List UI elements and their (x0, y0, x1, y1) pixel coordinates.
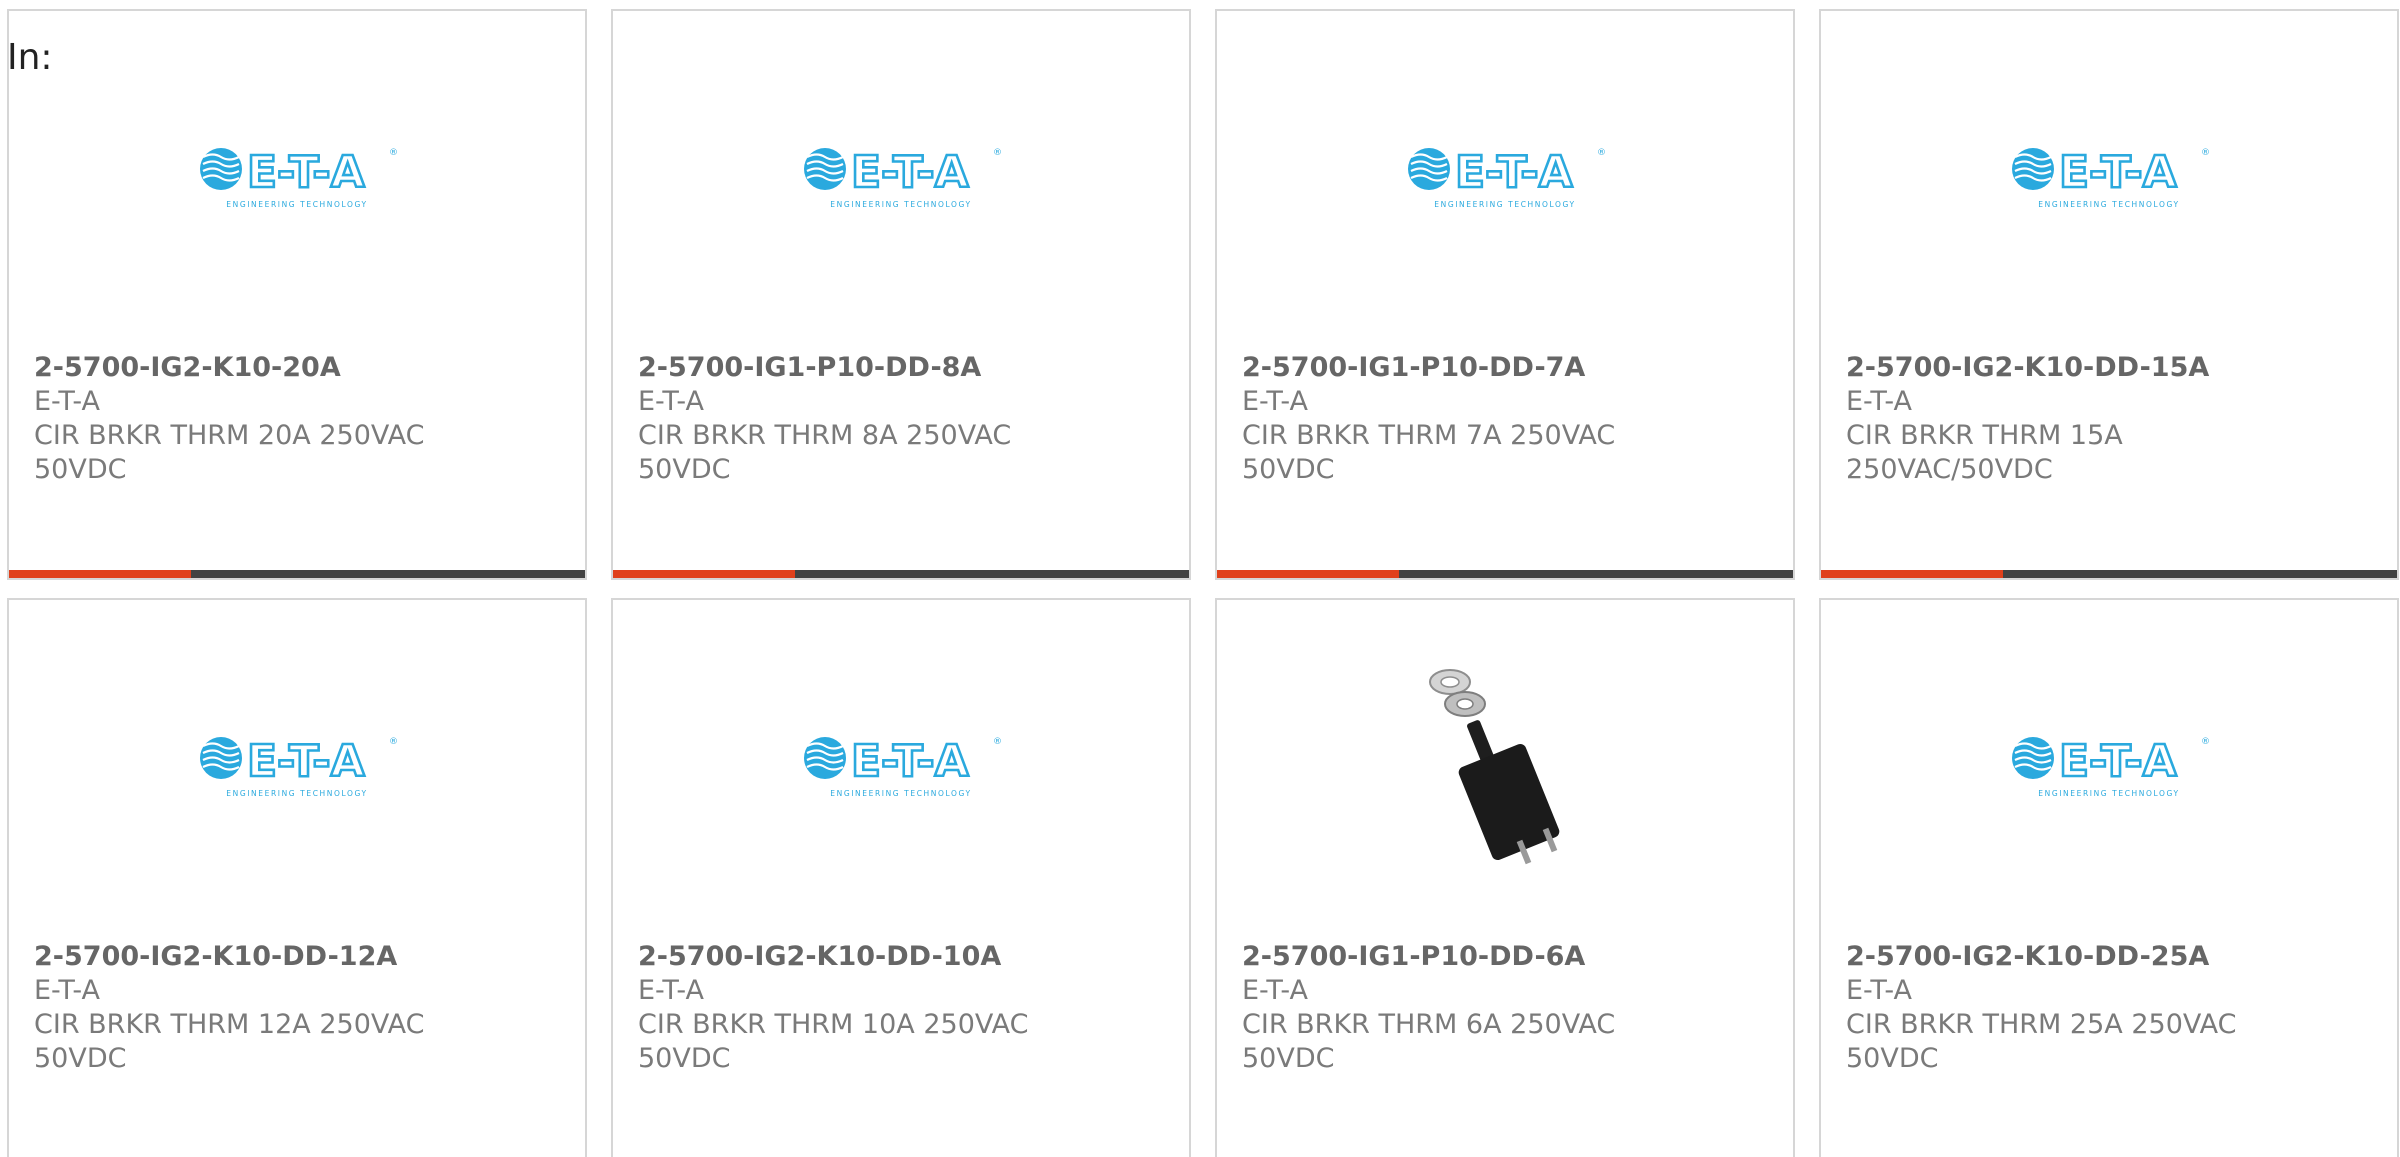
logo-tagline: ENGINEERING TECHNOLOGY (1434, 200, 1575, 209)
logo-tagline: ENGINEERING TECHNOLOGY (2038, 789, 2179, 798)
card-footer-bar (1821, 570, 2397, 578)
product-description: CIR BRKR THRM 12A 250VAC 50VDC (34, 1009, 425, 1074)
filter-label: In: (7, 37, 53, 78)
registered-mark: ® (993, 148, 1001, 158)
product-card[interactable]: E-T-A ® ENGINEERING TECHNOLOGY 2-5700-IG2-… (7, 9, 587, 580)
product-description: CIR BRKR THRM 6A 250VAC 50VDC (1242, 1009, 1616, 1074)
card-footer-accent (613, 570, 795, 578)
washer-hole-icon (1440, 676, 1460, 688)
circuit-breaker-photo-icon (1429, 669, 1560, 865)
eta-logo-icon: E-T-A ® ENGINEERING TECHNOLOGY (200, 146, 397, 209)
product-manufacturer: E-T-A (1242, 386, 1308, 417)
card-footer-accent (1821, 570, 2003, 578)
product-manufacturer: E-T-A (34, 975, 100, 1006)
product-part-number[interactable]: 2-5700-IG2-K10-20A (34, 351, 565, 385)
product-info: 2-5700-IG1-P10-DD-8A E-T-A CIR BRKR THRM… (638, 351, 1169, 487)
product-info: 2-5700-IG1-P10-DD-6A E-T-A CIR BRKR THRM… (1242, 940, 1773, 1076)
product-card[interactable]: E-T-A ® ENGINEERING TECHNOLOGY 2-5700-IG2-… (611, 598, 1191, 1157)
product-description: CIR BRKR THRM 20A 250VAC 50VDC (34, 420, 425, 485)
product-description: CIR BRKR THRM 15A 250VAC/50VDC (1846, 420, 2123, 485)
product-manufacturer: E-T-A (638, 386, 704, 417)
product-results-page: E-T-A ® ENGINEERING TECHNOLOGY 2-5700-IG2-… (0, 0, 2400, 1157)
logo-tagline: ENGINEERING TECHNOLOGY (830, 200, 971, 209)
product-image[interactable]: E-T-A ® ENGINEERING TECHNOLOGY (9, 600, 585, 930)
logo-wordmark: E-T-A (2059, 147, 2177, 198)
card-footer-bar (9, 570, 585, 578)
product-card[interactable]: E-T-A ® ENGINEERING TECHNOLOGY 2-5700-IG2-… (7, 598, 587, 1157)
nut-hole-icon (1456, 698, 1474, 710)
product-card[interactable]: E-T-A ® ENGINEERING TECHNOLOGY 2-5700-IG2-… (1819, 598, 2399, 1157)
product-manufacturer: E-T-A (1846, 975, 1912, 1006)
card-footer-bar (613, 570, 1189, 578)
logo-tagline: ENGINEERING TECHNOLOGY (226, 200, 367, 209)
product-card[interactable]: E-T-A ® ENGINEERING TECHNOLOGY 2-5700-IG1-… (1215, 9, 1795, 580)
product-description: CIR BRKR THRM 7A 250VAC 50VDC (1242, 420, 1616, 485)
product-image[interactable]: E-T-A ® ENGINEERING TECHNOLOGY (9, 11, 585, 341)
product-part-number[interactable]: 2-5700-IG2-K10-DD-15A (1846, 351, 2377, 385)
product-part-number[interactable]: 2-5700-IG1-P10-DD-7A (1242, 351, 1773, 385)
product-info: 2-5700-IG2-K10-DD-12A E-T-A CIR BRKR THR… (34, 940, 565, 1076)
logo-wordmark: E-T-A (247, 147, 365, 198)
eta-logo-icon: E-T-A ® ENGINEERING TECHNOLOGY (2012, 146, 2209, 209)
logo-tagline: ENGINEERING TECHNOLOGY (830, 789, 971, 798)
globe-icon (804, 148, 846, 190)
product-manufacturer: E-T-A (1242, 975, 1308, 1006)
eta-logo-icon: E-T-A ® ENGINEERING TECHNOLOGY (2012, 735, 2209, 798)
registered-mark: ® (2201, 737, 2209, 747)
product-info: 2-5700-IG2-K10-DD-10A E-T-A CIR BRKR THR… (638, 940, 1169, 1076)
product-card[interactable]: 2-5700-IG1-P10-DD-6A E-T-A CIR BRKR THRM… (1215, 598, 1795, 1157)
logo-tagline: ENGINEERING TECHNOLOGY (226, 789, 367, 798)
globe-icon (200, 737, 242, 779)
product-card[interactable]: E-T-A ® ENGINEERING TECHNOLOGY 2-5700-IG1-… (611, 9, 1191, 580)
globe-icon (804, 737, 846, 779)
globe-icon (2012, 148, 2054, 190)
product-grid: E-T-A ® ENGINEERING TECHNOLOGY 2-5700-IG2-… (7, 9, 2399, 1157)
registered-mark: ® (993, 737, 1001, 747)
registered-mark: ® (1597, 148, 1605, 158)
product-description: CIR BRKR THRM 10A 250VAC 50VDC (638, 1009, 1029, 1074)
logo-wordmark: E-T-A (851, 147, 969, 198)
product-part-number[interactable]: 2-5700-IG2-K10-DD-10A (638, 940, 1169, 974)
product-image[interactable]: E-T-A ® ENGINEERING TECHNOLOGY (1821, 600, 2397, 930)
product-part-number[interactable]: 2-5700-IG1-P10-DD-6A (1242, 940, 1773, 974)
product-part-number[interactable]: 2-5700-IG2-K10-DD-12A (34, 940, 565, 974)
product-part-number[interactable]: 2-5700-IG2-K10-DD-25A (1846, 940, 2377, 974)
product-manufacturer: E-T-A (1846, 386, 1912, 417)
eta-logo-icon: E-T-A ® ENGINEERING TECHNOLOGY (804, 735, 1001, 798)
product-card[interactable]: E-T-A ® ENGINEERING TECHNOLOGY 2-5700-IG2-… (1819, 9, 2399, 580)
logo-wordmark: E-T-A (247, 736, 365, 787)
globe-icon (200, 148, 242, 190)
product-description: CIR BRKR THRM 8A 250VAC 50VDC (638, 420, 1012, 485)
product-info: 2-5700-IG1-P10-DD-7A E-T-A CIR BRKR THRM… (1242, 351, 1773, 487)
globe-icon (2012, 737, 2054, 779)
product-image[interactable]: E-T-A ® ENGINEERING TECHNOLOGY (1217, 11, 1793, 341)
registered-mark: ® (389, 148, 397, 158)
product-part-number[interactable]: 2-5700-IG1-P10-DD-8A (638, 351, 1169, 385)
logo-wordmark: E-T-A (1455, 147, 1573, 198)
card-footer-accent (9, 570, 191, 578)
card-footer-accent (1217, 570, 1399, 578)
globe-icon (1408, 148, 1450, 190)
product-manufacturer: E-T-A (638, 975, 704, 1006)
product-info: 2-5700-IG2-K10-20A E-T-A CIR BRKR THRM 2… (34, 351, 565, 487)
logo-tagline: ENGINEERING TECHNOLOGY (2038, 200, 2179, 209)
product-image[interactable]: E-T-A ® ENGINEERING TECHNOLOGY (613, 600, 1189, 930)
breaker-body-icon (1458, 743, 1560, 861)
product-image[interactable]: E-T-A ® ENGINEERING TECHNOLOGY (1821, 11, 2397, 341)
registered-mark: ® (2201, 148, 2209, 158)
logo-wordmark: E-T-A (851, 736, 969, 787)
product-manufacturer: E-T-A (34, 386, 100, 417)
card-footer-bar (1217, 570, 1793, 578)
registered-mark: ® (389, 737, 397, 747)
eta-logo-icon: E-T-A ® ENGINEERING TECHNOLOGY (200, 735, 397, 798)
product-image[interactable] (1217, 600, 1793, 930)
eta-logo-icon: E-T-A ® ENGINEERING TECHNOLOGY (804, 146, 1001, 209)
logo-wordmark: E-T-A (2059, 736, 2177, 787)
eta-logo-icon: E-T-A ® ENGINEERING TECHNOLOGY (1408, 146, 1605, 209)
product-info: 2-5700-IG2-K10-DD-15A E-T-A CIR BRKR THR… (1846, 351, 2377, 487)
product-info: 2-5700-IG2-K10-DD-25A E-T-A CIR BRKR THR… (1846, 940, 2377, 1076)
product-description: CIR BRKR THRM 25A 250VAC 50VDC (1846, 1009, 2237, 1074)
product-image[interactable]: E-T-A ® ENGINEERING TECHNOLOGY (613, 11, 1189, 341)
